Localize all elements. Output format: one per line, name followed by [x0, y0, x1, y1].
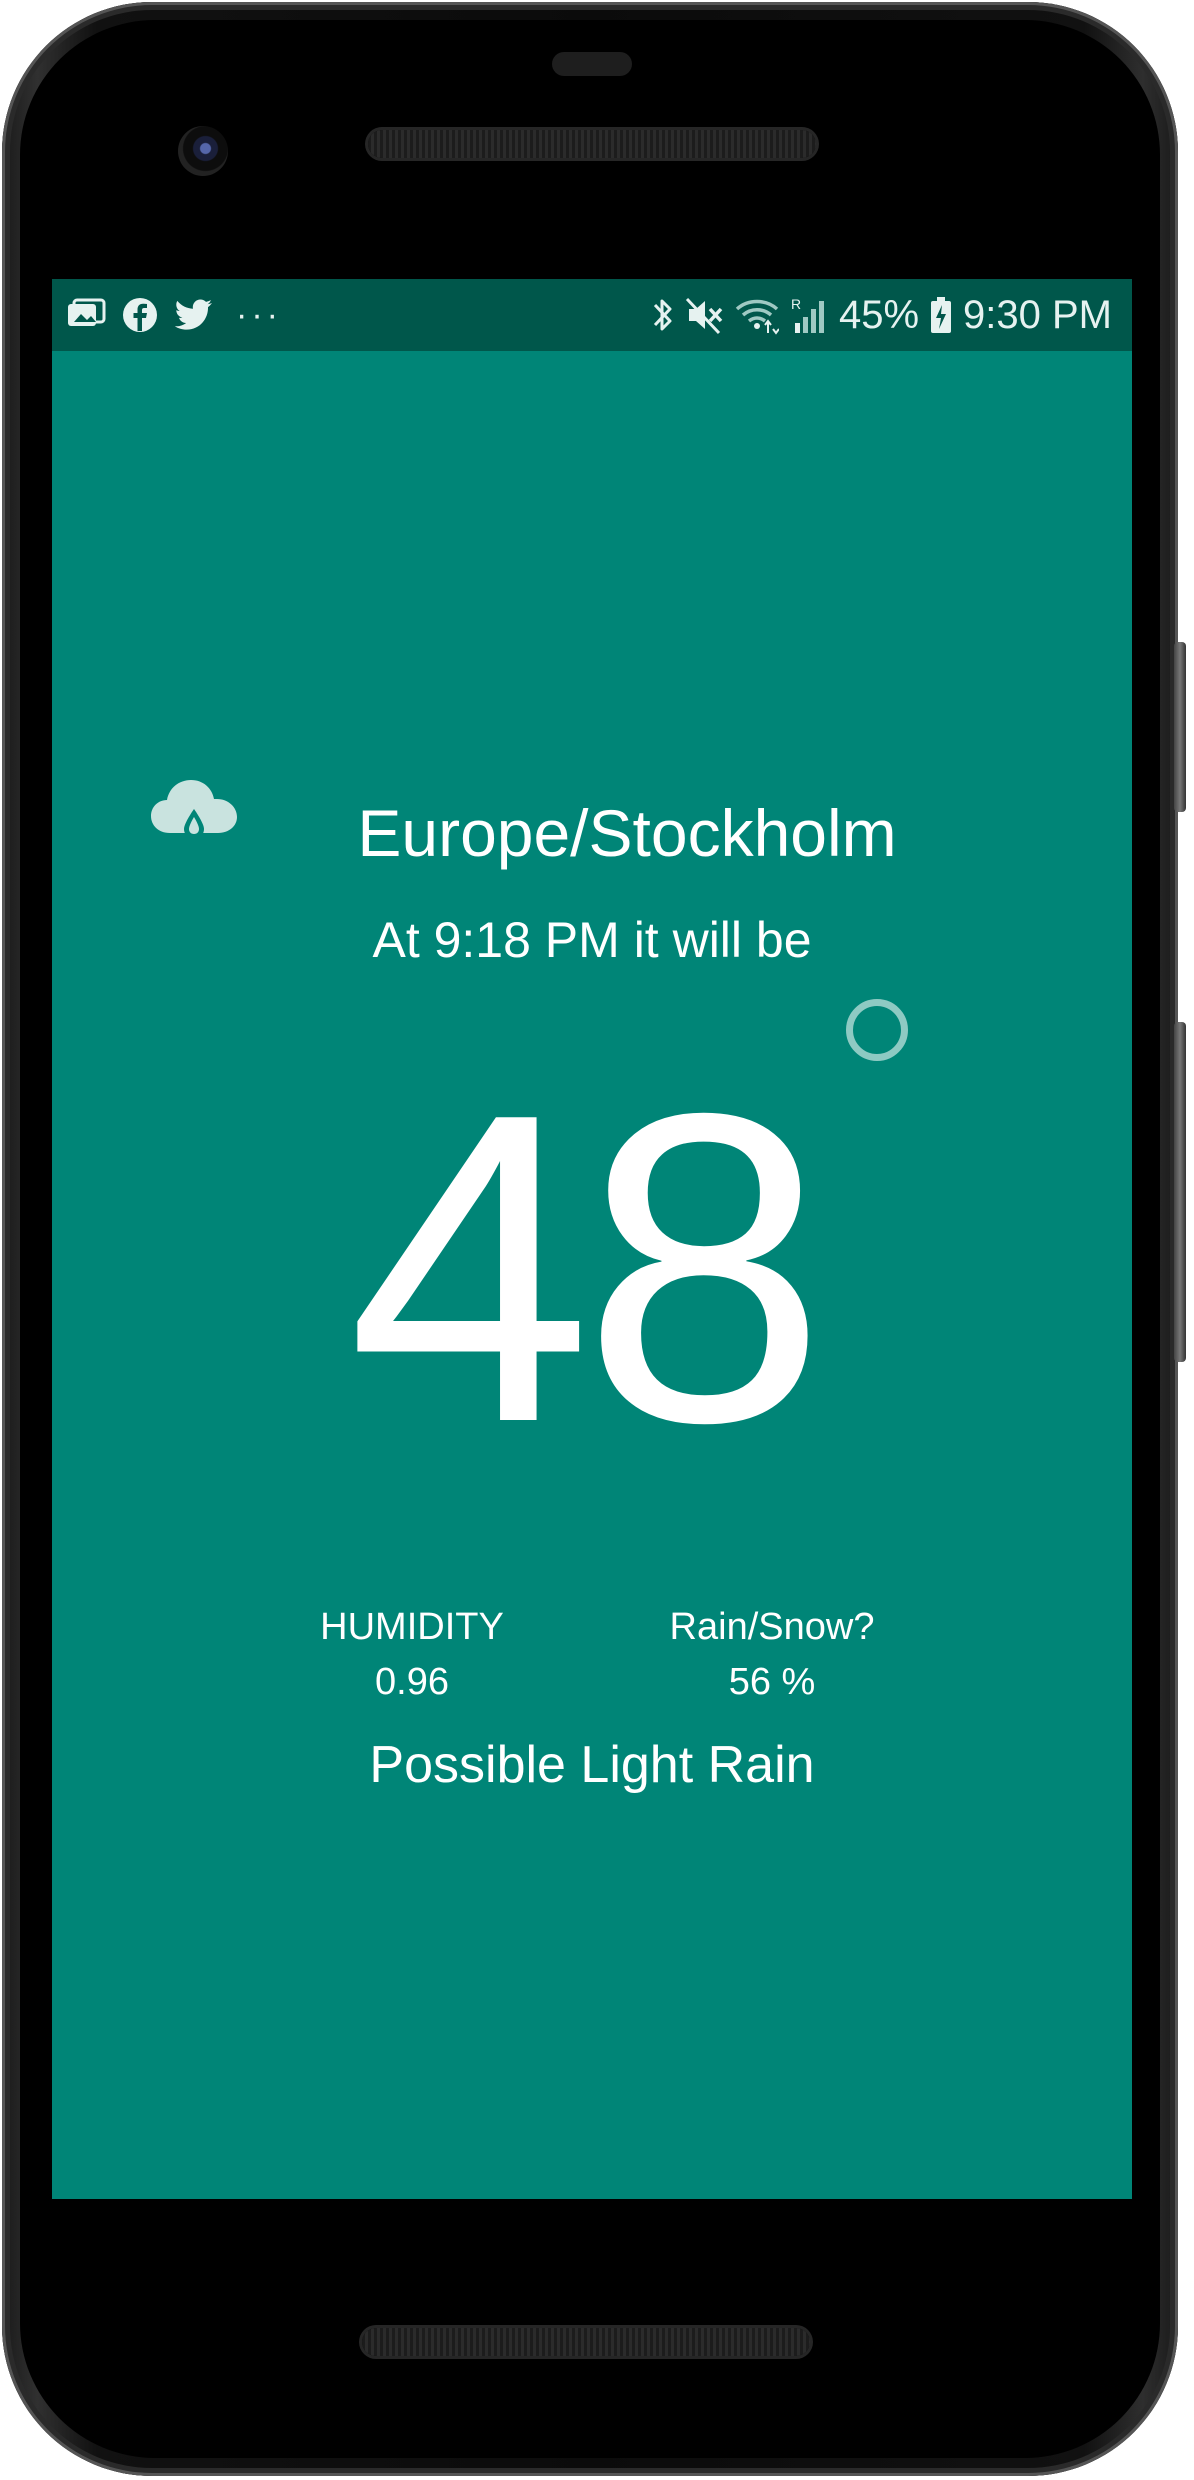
top-speaker-grille — [368, 130, 816, 158]
mute-icon — [685, 295, 725, 335]
system-status: R 45% 9:30 PM — [651, 279, 1112, 351]
front-camera — [178, 126, 228, 176]
humidity-stat: HUMIDITY 0.96 — [262, 1600, 562, 1710]
temperature-value: 48 — [347, 1023, 826, 1514]
precipitation-label: Rain/Snow? — [669, 1606, 875, 1648]
volume-button — [1174, 1022, 1186, 1362]
app-screen: ··· R 45% 9:30 PM Europe/Stockholm At 9:… — [52, 279, 1132, 2199]
forecast-time-label: At 9:18 PM it will be — [372, 912, 812, 968]
facebook-icon — [122, 297, 158, 333]
battery-charging-icon — [929, 295, 953, 335]
weather-summary: Possible Light Rain — [369, 1736, 815, 1794]
status-bar: ··· R 45% 9:30 PM — [52, 279, 1132, 351]
humidity-label: HUMIDITY — [320, 1606, 504, 1648]
earpiece — [552, 52, 632, 76]
bluetooth-icon — [651, 295, 675, 335]
power-button — [1174, 642, 1186, 812]
humidity-value: 0.96 — [375, 1661, 449, 1703]
signal-icon: R — [789, 295, 829, 335]
bottom-speaker-grille — [362, 2328, 810, 2356]
precipitation-value: 56 % — [728, 1661, 816, 1703]
location-label: Europe/Stockholm — [357, 796, 897, 870]
more-notifications-indicator: ··· — [236, 295, 282, 334]
photo-notification-icon — [66, 298, 106, 332]
svg-text:R: R — [791, 296, 801, 312]
precipitation-stat: Rain/Snow? 56 % — [622, 1600, 922, 1710]
battery-percent: 45% — [838, 292, 920, 337]
notification-icons: ··· — [66, 279, 282, 351]
wifi-icon — [735, 295, 779, 335]
clock: 9:30 PM — [963, 292, 1112, 337]
twitter-icon — [174, 298, 214, 332]
